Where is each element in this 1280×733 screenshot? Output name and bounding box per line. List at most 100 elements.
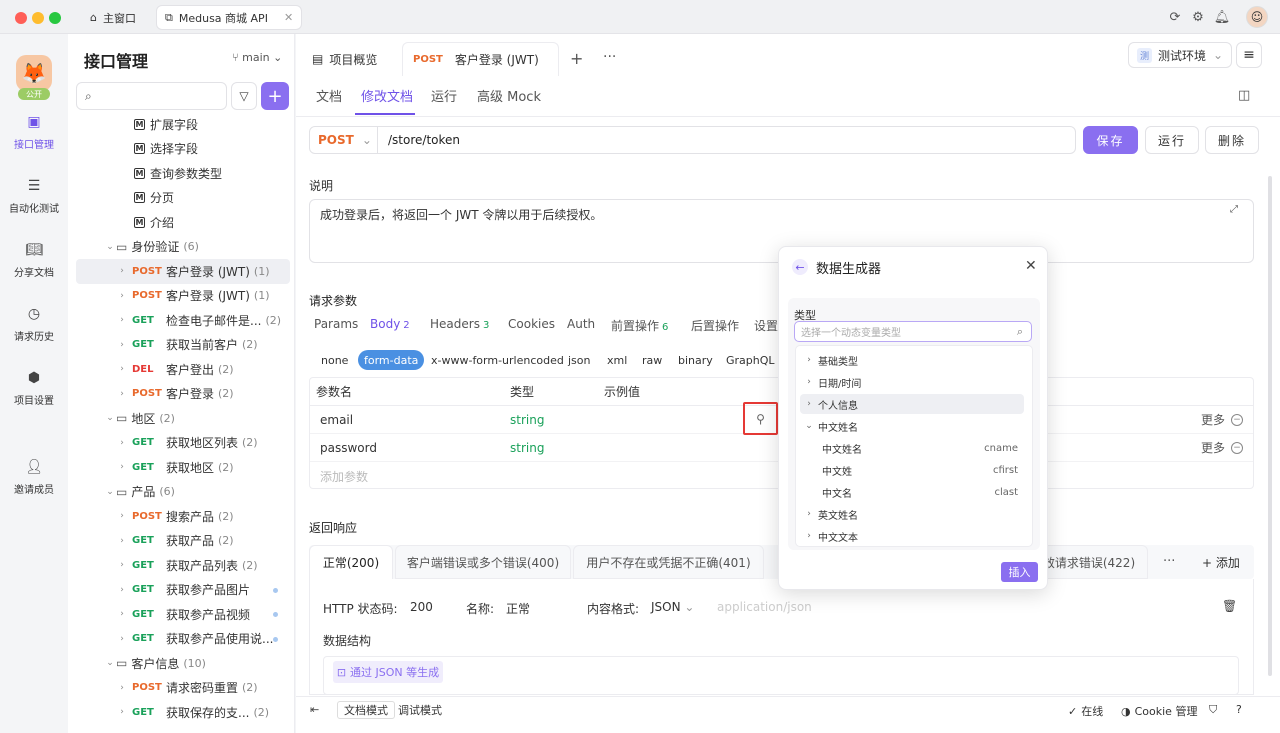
add-button[interactable]: + <box>261 82 289 110</box>
name-value[interactable]: 正常 <box>506 600 530 617</box>
body-type-form-data[interactable]: form-data <box>358 350 425 370</box>
response-tab-400[interactable]: 客户端错误或多个错误(400) <box>395 545 571 579</box>
nav-automation-test[interactable]: ☰ 自动化测试 <box>0 178 68 215</box>
body-type-urlencoded[interactable]: x-www-form-urlencoded <box>425 350 570 370</box>
chevron-right-icon[interactable]: › <box>116 315 128 325</box>
param-name[interactable]: password <box>320 441 377 455</box>
settings-icon[interactable]: ⚙ <box>1190 9 1206 25</box>
body-type-binary[interactable]: binary <box>672 350 719 370</box>
tree-api-item[interactable]: › GET 获取产品列表 (2) <box>76 553 290 578</box>
chevron-right-icon[interactable]: › <box>116 389 128 399</box>
bell-icon[interactable]: 🔔︎ <box>1214 9 1231 25</box>
subtab-advanced-mock[interactable]: 高级 Mock <box>477 86 541 105</box>
tab-active-endpoint[interactable]: POST 客户登录 (JWT) <box>402 42 559 76</box>
chevron-down-icon[interactable]: ⌄ <box>104 242 116 252</box>
tab-params[interactable]: Params <box>314 317 358 331</box>
sidebar-search-input[interactable]: ⌕ <box>76 82 227 110</box>
format-select[interactable]: JSON ⌄ <box>651 600 694 614</box>
body-type-raw[interactable]: raw <box>636 350 668 370</box>
remove-icon[interactable]: − <box>1231 413 1243 426</box>
variable-type-input[interactable]: 选择一个动态变量类型 ⌕ <box>794 321 1032 342</box>
variable-option[interactable]: 中文姓名 cname <box>800 438 1024 458</box>
more-button[interactable]: 更多 − <box>1201 439 1243 456</box>
nav-invite-members[interactable]: 👤︎ 邀请成员 <box>0 459 68 496</box>
scrollbar[interactable] <box>1268 176 1272 676</box>
filter-button[interactable]: ▽ <box>231 82 257 110</box>
menu-icon[interactable]: ≡ <box>1236 42 1262 68</box>
nav-share-docs[interactable]: 📖︎ 分享文档 <box>0 242 68 279</box>
chevron-right-icon[interactable]: › <box>116 266 128 276</box>
variable-category[interactable]: › 基础类型 <box>800 350 1024 370</box>
variable-category[interactable]: › 个人信息 <box>800 394 1024 414</box>
tab-body[interactable]: Body 2 <box>370 317 410 331</box>
trash-icon[interactable]: 🗑︎ <box>1222 599 1237 613</box>
method-select[interactable]: POST ⌄ <box>310 127 378 153</box>
chevron-right-icon[interactable]: › <box>116 462 128 472</box>
content-type-input[interactable]: application/json <box>717 600 812 614</box>
online-status[interactable]: ✓ 在线 <box>1068 703 1103 719</box>
tree-api-item[interactable]: › GET 获取保存的支... (2) <box>76 700 290 725</box>
tree-api-item[interactable]: › GET 获取地区 (2) <box>76 455 290 480</box>
tree-api-item[interactable]: › DEL 客户登出 (2) <box>76 357 290 382</box>
more-button[interactable]: 更多 − <box>1201 411 1243 428</box>
chevron-right-icon[interactable]: › <box>116 536 128 546</box>
chevron-right-icon[interactable]: › <box>116 291 128 301</box>
project-avatar[interactable]: 🦊 <box>16 55 52 91</box>
tab-project-overview[interactable]: ▤ 项目概览 <box>302 42 387 76</box>
expand-icon[interactable]: ⤢ <box>1230 204 1238 215</box>
param-name[interactable]: email <box>320 413 353 427</box>
tree-api-item[interactable]: › GET 获取当前客户 (2) <box>76 333 290 358</box>
nav-api-management[interactable]: ▣ 接口管理 <box>0 114 68 151</box>
variable-category[interactable]: ⌄ 中文姓名 <box>800 416 1024 436</box>
delete-button[interactable]: 删除 <box>1205 126 1259 154</box>
tree-api-item[interactable]: › GET 获取产品 (2) <box>76 529 290 554</box>
chevron-right-icon[interactable]: › <box>116 364 128 374</box>
debug-mode-button[interactable]: 调试模式 <box>392 701 448 719</box>
chevron-right-icon[interactable]: › <box>116 511 128 521</box>
environment-selector[interactable]: 测 测试环境 ⌄ <box>1128 42 1232 68</box>
maximize-window-button[interactable] <box>49 12 61 24</box>
tshirt-icon[interactable]: ⛉ <box>1209 703 1217 717</box>
variable-category[interactable]: › 英文姓名 <box>800 504 1024 524</box>
chevron-right-icon[interactable]: › <box>116 560 128 570</box>
subtab-edit-docs[interactable]: 修改文档 <box>361 86 413 105</box>
more-tabs-icon[interactable]: ··· <box>603 49 616 65</box>
magic-wand-icon[interactable]: ⚲ <box>743 402 778 435</box>
variable-category[interactable]: › 中文文本 <box>800 526 1024 546</box>
status-value[interactable]: 200 <box>410 600 433 614</box>
more-icon[interactable]: ··· <box>1163 554 1175 569</box>
nav-project-settings[interactable]: ⬢ 项目设置 <box>0 370 68 407</box>
save-button[interactable]: 保存 <box>1083 126 1138 154</box>
insert-button[interactable]: 插入 <box>1001 562 1038 582</box>
param-type[interactable]: string <box>510 413 544 427</box>
tab-post-operations[interactable]: 后置操作 <box>691 317 739 334</box>
add-response-button[interactable]: + 添加 <box>1202 554 1240 571</box>
remove-icon[interactable]: − <box>1231 441 1243 454</box>
tab-cookies[interactable]: Cookies <box>508 317 555 331</box>
tree-doc[interactable]: M 选择字段 <box>76 137 290 162</box>
tab-settings[interactable]: 设置 <box>754 317 778 334</box>
tree-api-item[interactable]: › POST 客户登录 (JWT) (1) <box>76 259 290 284</box>
response-tab-200[interactable]: 正常(200) <box>309 545 393 579</box>
body-type-xml[interactable]: xml <box>601 350 633 370</box>
variable-option[interactable]: 中文名 clast <box>800 482 1024 502</box>
response-tab-401[interactable]: 用户不存在或凭据不正确(401) <box>573 545 764 579</box>
tree-doc[interactable]: M 分页 <box>76 186 290 211</box>
tree-doc[interactable]: M 查询参数类型 <box>76 161 290 186</box>
tree-folder[interactable]: ⌄ ▭ 身份验证 (6) <box>76 235 290 260</box>
add-param-input[interactable]: 添加参数 <box>320 468 368 485</box>
url-path-input[interactable]: /store/token <box>378 133 460 147</box>
variable-category[interactable]: › 日期/时间 <box>800 372 1024 392</box>
subtab-docs[interactable]: 文档 <box>316 86 342 105</box>
tree-doc[interactable]: M 扩展字段 <box>76 112 290 137</box>
tree-api-item[interactable]: › GET 获取参产品图片 <box>76 578 290 603</box>
json-generate-button[interactable]: ⊡ 通过 JSON 等生成 <box>333 661 443 683</box>
chevron-right-icon[interactable]: › <box>116 707 128 717</box>
chevron-right-icon[interactable]: › <box>116 438 128 448</box>
refresh-icon[interactable]: ⟳ <box>1167 9 1183 25</box>
chevron-right-icon[interactable]: › <box>116 683 128 693</box>
tree-api-item[interactable]: › GET 获取参产品使用说... <box>76 627 290 652</box>
close-window-button[interactable] <box>15 12 27 24</box>
chevron-right-icon[interactable]: › <box>116 340 128 350</box>
subtab-run[interactable]: 运行 <box>431 86 457 105</box>
